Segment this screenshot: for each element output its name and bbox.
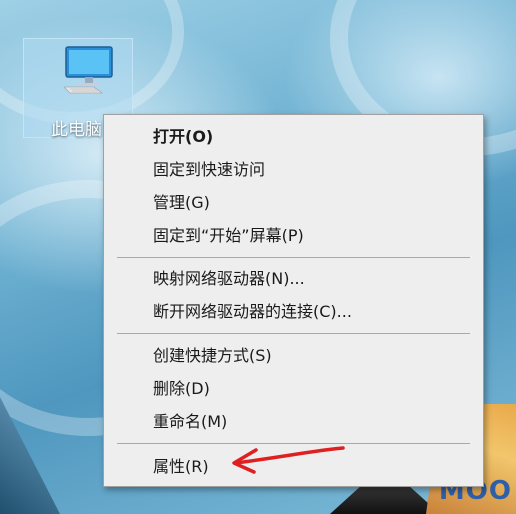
- menu-item-open[interactable]: 打开(O): [105, 121, 482, 153]
- menu-item-pin-quick-access[interactable]: 固定到快速访问: [105, 154, 482, 186]
- red-arrow-icon: [232, 446, 345, 474]
- this-pc-label: 此电脑: [51, 120, 102, 140]
- menu-item-rename[interactable]: 重命名(M): [105, 406, 482, 438]
- menu-item-delete[interactable]: 删除(D): [105, 373, 482, 405]
- menu-separator: [117, 257, 470, 258]
- computer-monitor-icon: [64, 46, 113, 94]
- menu-item-pin-start[interactable]: 固定到“开始”屏幕(P): [105, 220, 482, 252]
- menu-item-create-shortcut[interactable]: 创建快捷方式(S): [105, 340, 482, 372]
- menu-item-manage[interactable]: 管理(G): [105, 187, 482, 219]
- wallpaper-dark-shape: [330, 484, 440, 514]
- context-menu: 打开(O) 固定到快速访问 管理(G) 固定到“开始”屏幕(P) 映射网络驱动器…: [103, 114, 484, 487]
- desktop: MOO 此电脑 打开(O) 固定到快速访问 管理(G) 固定到“开始”屏幕(P)…: [0, 0, 516, 514]
- menu-item-disconnect-network-drive[interactable]: 断开网络驱动器的连接(C)...: [105, 296, 482, 328]
- menu-separator: [117, 333, 470, 334]
- menu-item-map-network-drive[interactable]: 映射网络驱动器(N)...: [105, 263, 482, 295]
